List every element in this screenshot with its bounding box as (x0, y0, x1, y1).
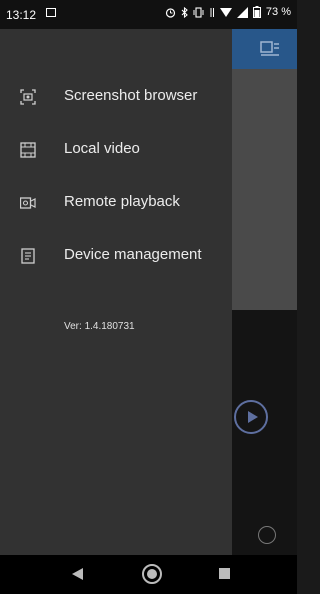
camera-icon (20, 197, 36, 209)
menu-label: Remote playback (64, 193, 180, 210)
image-notification-icon (46, 8, 56, 17)
menu-label: Screenshot browser (64, 87, 198, 104)
screenshot-icon (20, 89, 36, 105)
back-icon[interactable] (72, 568, 83, 580)
device-list-icon[interactable] (259, 39, 281, 59)
menu-item-device-management[interactable]: Device management (0, 233, 232, 279)
menu-item-local-video[interactable]: Local video (0, 127, 232, 173)
status-time: 13:12 (6, 8, 37, 22)
recents-icon[interactable] (219, 568, 230, 579)
bluetooth-icon (181, 6, 188, 18)
joystick-icon[interactable] (258, 526, 276, 544)
play-icon[interactable] (234, 400, 268, 434)
menu-item-remote-playback[interactable]: Remote playback (0, 180, 232, 226)
navigation-drawer: Screenshot browser Local video Remote pl… (0, 29, 232, 555)
status-bar: 13:12 73 % (0, 0, 297, 29)
battery-icon (252, 6, 261, 18)
version-text: Ver: 1.4.180731 (64, 321, 135, 332)
status-icons: 73 % (165, 6, 291, 18)
menu-label: Local video (64, 140, 140, 157)
home-icon[interactable] (142, 564, 162, 584)
data-arrows-icon (210, 7, 214, 17)
vibrate-icon (193, 6, 204, 18)
menu-item-screenshot-browser[interactable]: Screenshot browser (0, 74, 232, 120)
battery-percent: 73 % (265, 6, 291, 18)
menu-label: Device management (64, 246, 202, 263)
alarm-icon (165, 7, 176, 18)
film-icon (20, 142, 36, 158)
wifi-icon (219, 7, 232, 17)
system-nav-bar (0, 555, 297, 594)
device-icon (21, 248, 35, 264)
signal-icon (236, 6, 248, 18)
